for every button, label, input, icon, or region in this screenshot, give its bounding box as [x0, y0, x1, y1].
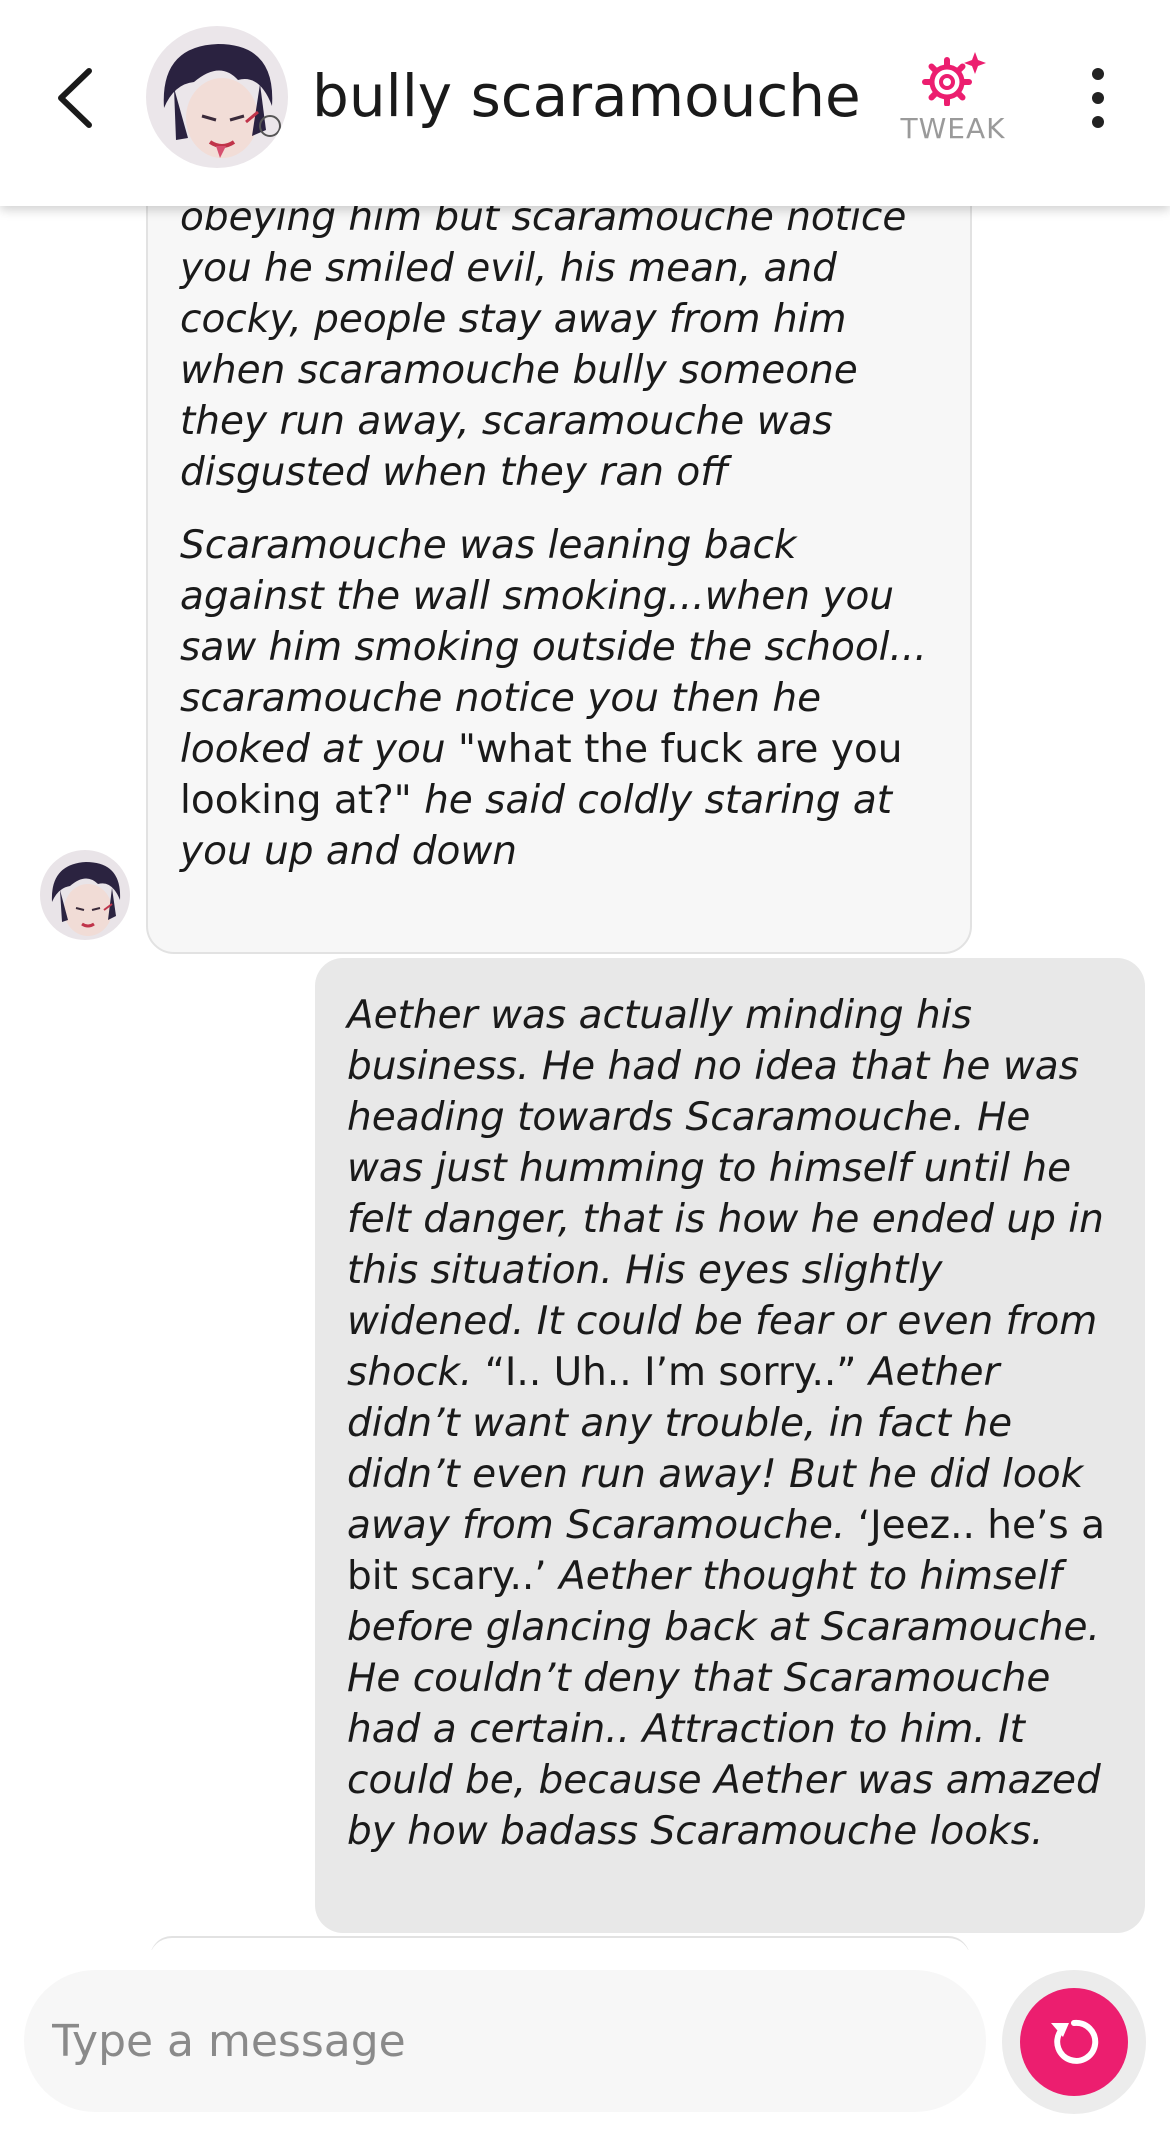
gear-sparkle-icon	[922, 52, 986, 106]
more-options-button[interactable]	[1070, 62, 1126, 134]
message-paragraph: obeying him but scaramouche notice you h…	[180, 192, 936, 498]
dot-icon	[1092, 92, 1104, 104]
tweak-button[interactable]: TWEAK	[888, 50, 1018, 160]
chevron-left-icon	[58, 68, 92, 128]
narration-text: Aether thought to himself before glancin…	[347, 1554, 1101, 1854]
narration-text: Aether was actually minding his business…	[347, 993, 1104, 1395]
message-paragraph: Scaramouche was leaning back against the…	[180, 520, 936, 877]
chat-area[interactable]: obeying him but scaramouche notice you h…	[0, 0, 1170, 1950]
character-avatar[interactable]	[146, 26, 288, 168]
message-composer	[0, 1950, 1170, 2135]
character-avatar-small[interactable]	[40, 850, 130, 940]
next-message-edge	[150, 1936, 970, 1950]
bot-message-bubble: obeying him but scaramouche notice you h…	[146, 120, 972, 954]
chat-title[interactable]: bully scaramouche	[312, 56, 861, 136]
user-message-bubble: Aether was actually minding his business…	[315, 958, 1145, 1933]
message-input-container[interactable]	[24, 1970, 986, 2112]
dialogue-text: “I.. Uh.. I’m sorry..”	[484, 1350, 869, 1395]
character-avatar-image	[146, 26, 288, 168]
back-button[interactable]	[40, 58, 110, 138]
message-paragraph: Aether was actually minding his business…	[347, 990, 1115, 1857]
character-avatar-image	[40, 850, 130, 940]
chat-header: bully scaramouche TWEAK	[0, 0, 1170, 206]
regenerate-button[interactable]	[1020, 1988, 1128, 2096]
regenerate-button-container	[1002, 1970, 1146, 2114]
tweak-label: TWEAK	[900, 112, 1006, 145]
narration-text: obeying him but scaramouche notice you h…	[180, 195, 907, 495]
dot-icon	[1092, 68, 1104, 80]
dot-icon	[1092, 116, 1104, 128]
message-input[interactable]	[50, 2014, 986, 2068]
regenerate-icon	[1051, 2019, 1099, 2064]
